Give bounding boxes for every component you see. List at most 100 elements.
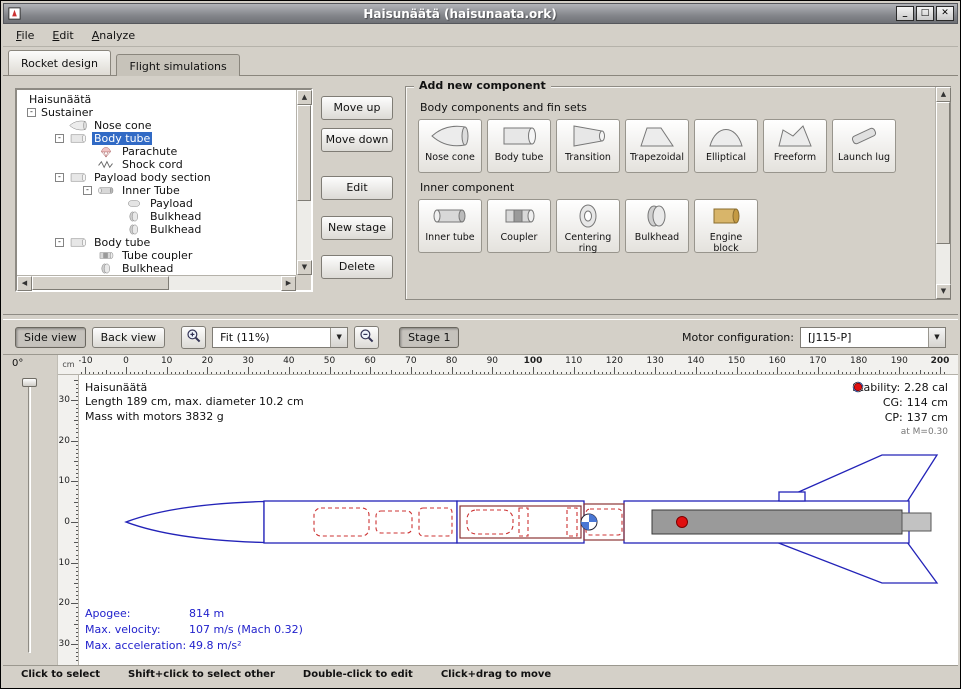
- ruler-tick: [431, 370, 432, 374]
- ruler-tick: [602, 372, 603, 374]
- tree-item[interactable]: Bulkhead: [17, 210, 296, 223]
- side-view-button[interactable]: Side view: [15, 327, 86, 348]
- menu-edit[interactable]: Edit: [43, 26, 82, 45]
- component-tree[interactable]: HaisunäätäSustainerNose coneBody tubePar…: [17, 90, 296, 275]
- menu-file[interactable]: File: [7, 26, 43, 45]
- add-engine-block-button[interactable]: Engine block: [694, 199, 758, 253]
- motor-configuration-select[interactable]: [J115-P] ▼: [800, 327, 946, 348]
- zoom-level-select[interactable]: Fit (11%) ▼: [212, 327, 348, 348]
- maximize-button[interactable]: □: [916, 6, 934, 21]
- collapse-toggle-icon[interactable]: [27, 108, 36, 117]
- chevron-down-icon[interactable]: ▼: [928, 328, 945, 347]
- rocket-canvas[interactable]: Haisunäätä Length 189 cm, max. diameter …: [79, 375, 958, 665]
- body-tube-1-shape[interactable]: [264, 501, 457, 543]
- zoom-out-button[interactable]: [354, 326, 379, 349]
- add-coupler-button[interactable]: Coupler: [487, 199, 551, 253]
- tree-item[interactable]: Shock cord: [17, 158, 296, 171]
- tree-item[interactable]: Haisunäätä: [17, 93, 296, 106]
- collapse-toggle-icon[interactable]: [55, 134, 64, 143]
- tree-item[interactable]: Payload: [17, 197, 296, 210]
- back-view-button[interactable]: Back view: [92, 327, 166, 348]
- ruler-tick: [720, 372, 721, 374]
- delete-button[interactable]: Delete: [321, 255, 393, 279]
- close-button[interactable]: ✕: [936, 6, 954, 21]
- scroll-left-icon[interactable]: ◀: [17, 276, 32, 291]
- fin-bottom-shape[interactable]: [776, 542, 937, 583]
- edit-button[interactable]: Edit: [321, 176, 393, 200]
- tree-item[interactable]: Nose cone: [17, 119, 296, 132]
- tree-vertical-scrollbar[interactable]: ▲ ▼: [296, 90, 311, 275]
- nose-cone-shape[interactable]: [126, 502, 264, 543]
- menu-analyze[interactable]: Analyze: [83, 26, 144, 45]
- ruler-tick: [663, 372, 664, 374]
- add-body-tube-button[interactable]: Body tube: [487, 119, 551, 173]
- tree-item[interactable]: Bulkhead: [17, 223, 296, 236]
- tree-item[interactable]: Body tube: [17, 132, 296, 145]
- tab-rocket-design[interactable]: Rocket design: [8, 50, 111, 75]
- palette-vertical-scrollbar[interactable]: ▲ ▼: [935, 87, 950, 299]
- ruler-tick: [195, 372, 196, 374]
- new-stage-button[interactable]: New stage: [321, 216, 393, 240]
- tree-horizontal-scrollbar[interactable]: ◀ ▶: [17, 275, 296, 290]
- palette-button-label: Centering ring: [558, 233, 618, 255]
- ruler-tick: [488, 372, 489, 374]
- add-centering-ring-button[interactable]: Centering ring: [556, 199, 620, 253]
- rotation-slider-thumb[interactable]: [22, 378, 37, 387]
- tab-flight-simulations[interactable]: Flight simulations: [116, 54, 239, 77]
- scrollbar-corner: [296, 275, 311, 290]
- motor-shape[interactable]: [652, 510, 902, 534]
- max-acceleration-label: Max. acceleration:: [85, 638, 189, 654]
- tree-item[interactable]: Inner Tube: [17, 184, 296, 197]
- move-up-button[interactable]: Move up: [321, 96, 393, 120]
- apogee-label: Apogee:: [85, 606, 189, 622]
- ruler-label: 40: [283, 356, 294, 366]
- tree-item[interactable]: Bulkhead: [17, 262, 296, 275]
- stage-1-toggle[interactable]: Stage 1: [399, 327, 459, 348]
- nosecone-icon: [67, 119, 89, 132]
- rotation-slider-track[interactable]: [28, 381, 31, 653]
- add-bulkhead-button[interactable]: Bulkhead: [625, 199, 689, 253]
- ruler-label: 20: [202, 356, 213, 366]
- ruler-tick: [126, 367, 127, 374]
- motor-overhang-shape[interactable]: [902, 513, 931, 531]
- ruler-tick: [268, 370, 269, 374]
- ruler-tick: [777, 367, 778, 374]
- ruler-tick: [74, 542, 78, 543]
- ruler-tick: [850, 372, 851, 374]
- scroll-down-icon[interactable]: ▼: [936, 284, 951, 299]
- scroll-right-icon[interactable]: ▶: [281, 276, 296, 291]
- add-launch-lug-button[interactable]: Launch lug: [832, 119, 896, 173]
- tree-item[interactable]: Tube coupler: [17, 249, 296, 262]
- scrollbar-thumb[interactable]: [936, 102, 950, 244]
- collapse-toggle-icon[interactable]: [83, 186, 92, 195]
- add-inner-tube-button[interactable]: Inner tube: [418, 199, 482, 253]
- collapse-toggle-icon[interactable]: [55, 238, 64, 247]
- add-trapezoidal-button[interactable]: Trapezoidal: [625, 119, 689, 173]
- ruler-tick: [411, 367, 412, 374]
- move-down-button[interactable]: Move down: [321, 128, 393, 152]
- tree-item[interactable]: Sustainer: [17, 106, 296, 119]
- ruler-tick: [76, 599, 78, 600]
- scroll-down-icon[interactable]: ▼: [297, 260, 312, 275]
- collapse-toggle-icon[interactable]: [55, 173, 64, 182]
- ruler-tick: [321, 372, 322, 374]
- add-freeform-button[interactable]: Freeform: [763, 119, 827, 173]
- ruler-tick: [76, 546, 78, 547]
- scroll-up-icon[interactable]: ▲: [936, 87, 951, 102]
- scroll-up-icon[interactable]: ▲: [297, 90, 312, 105]
- launch-lug-shape[interactable]: [779, 492, 805, 501]
- minimize-button[interactable]: _: [896, 6, 914, 21]
- chevron-down-icon[interactable]: ▼: [330, 328, 347, 347]
- ruler-tick: [476, 372, 477, 374]
- scrollbar-thumb[interactable]: [297, 105, 311, 201]
- ruler-tick: [76, 607, 78, 608]
- scrollbar-thumb[interactable]: [32, 276, 169, 290]
- add-nose-cone-button[interactable]: Nose cone: [418, 119, 482, 173]
- zoom-in-button[interactable]: [181, 326, 206, 349]
- payload-section-shape[interactable]: [457, 501, 584, 543]
- add-transition-button[interactable]: Transition: [556, 119, 620, 173]
- tree-item[interactable]: Payload body section: [17, 171, 296, 184]
- add-elliptical-button[interactable]: Elliptical: [694, 119, 758, 173]
- tree-item[interactable]: Body tube: [17, 236, 296, 249]
- tree-item[interactable]: Parachute: [17, 145, 296, 158]
